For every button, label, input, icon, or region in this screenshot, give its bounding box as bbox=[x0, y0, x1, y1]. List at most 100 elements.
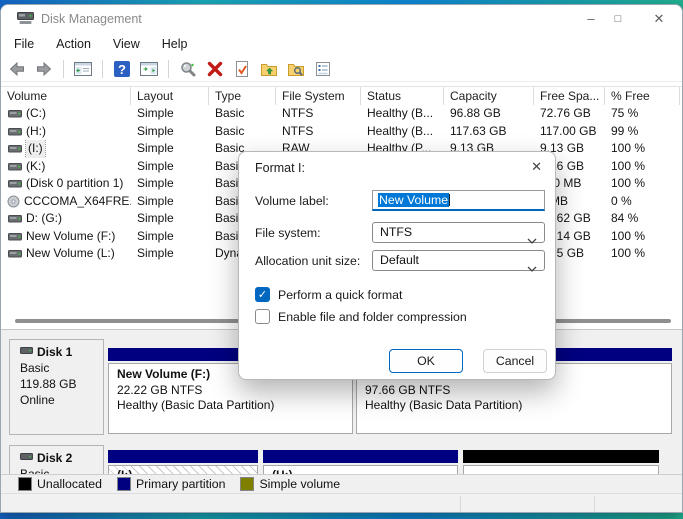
ok-button[interactable]: OK bbox=[389, 349, 463, 373]
toolbar-separator bbox=[102, 60, 103, 78]
partition-status: Healthy (Basic Data Partition) bbox=[365, 398, 663, 414]
legend-swatch bbox=[19, 478, 31, 490]
disk-icon bbox=[20, 345, 33, 359]
title-bar: Disk Management – □ ✕ bbox=[1, 5, 682, 33]
console-tree-icon[interactable] bbox=[73, 59, 93, 79]
disk-management-app-icon bbox=[17, 12, 34, 30]
volume-name: D: (G:) bbox=[26, 210, 62, 228]
legend-item: Primary partition bbox=[118, 477, 226, 491]
check-document-icon[interactable] bbox=[232, 59, 252, 79]
dialog-title: Format I: bbox=[255, 161, 305, 175]
volume-label-input[interactable]: New Volume bbox=[372, 190, 545, 211]
statusbar-divider bbox=[460, 496, 461, 513]
chevron-down-icon bbox=[527, 231, 537, 250]
selected-text: New Volume bbox=[378, 193, 449, 207]
allocation-unit-dropdown[interactable]: Default bbox=[372, 250, 545, 271]
volume-name: New Volume (L:) bbox=[26, 245, 115, 263]
volume-label-label: Volume label: bbox=[255, 194, 329, 208]
drive-icon bbox=[7, 213, 22, 224]
help-icon[interactable]: ? bbox=[112, 59, 132, 79]
window-title: Disk Management bbox=[41, 12, 142, 26]
disk1-label-panel[interactable]: Disk 1 Basic 119.88 GB Online bbox=[9, 339, 104, 435]
partition-color-bar bbox=[463, 450, 659, 463]
drive-icon bbox=[7, 161, 22, 172]
delete-volume-icon[interactable] bbox=[205, 59, 225, 79]
chevron-down-icon bbox=[527, 259, 537, 278]
column-header[interactable]: Capacity bbox=[444, 87, 534, 105]
disk1-type: Basic bbox=[20, 361, 103, 375]
column-header[interactable]: Volume bbox=[1, 87, 131, 105]
status-bar bbox=[1, 493, 682, 513]
quick-format-row[interactable]: ✓ Perform a quick format bbox=[255, 287, 402, 302]
legend-label: Simple volume bbox=[259, 477, 340, 491]
quick-format-checkbox[interactable]: ✓ bbox=[255, 287, 270, 302]
partition-status: Healthy (Basic Data Partition) bbox=[117, 398, 344, 414]
folder-search-icon[interactable] bbox=[286, 59, 306, 79]
drive-icon bbox=[7, 126, 22, 137]
menu-file[interactable]: File bbox=[3, 33, 45, 55]
legend-label: Unallocated bbox=[37, 477, 102, 491]
legend-item: Unallocated bbox=[19, 477, 102, 491]
column-header[interactable]: Type bbox=[209, 87, 276, 105]
volume-name: (Disk 0 partition 1) bbox=[26, 175, 123, 193]
partition-size: 22.22 GB NTFS bbox=[117, 383, 344, 399]
file-system-dropdown[interactable]: NTFS bbox=[372, 222, 545, 243]
cancel-button[interactable]: Cancel bbox=[483, 349, 547, 373]
partition-color-bar bbox=[263, 450, 458, 463]
maximize-button[interactable]: □ bbox=[601, 5, 635, 33]
statusbar-divider bbox=[594, 496, 595, 513]
drive-icon bbox=[7, 143, 22, 154]
legend-swatch bbox=[118, 478, 130, 490]
allocation-unit-value: Default bbox=[380, 253, 419, 267]
volume-name: CCCOMA_X64FRE... bbox=[24, 193, 131, 211]
action-pane-icon[interactable] bbox=[139, 59, 159, 79]
dialog-close-icon[interactable]: ✕ bbox=[531, 159, 542, 175]
disc-icon bbox=[7, 195, 20, 208]
disk-icon bbox=[20, 451, 33, 465]
close-button[interactable]: ✕ bbox=[642, 5, 676, 33]
toolbar-separator bbox=[63, 60, 64, 78]
disk2-name: Disk 2 bbox=[37, 451, 72, 465]
menu-help[interactable]: Help bbox=[151, 33, 199, 55]
file-system-label: File system: bbox=[255, 226, 321, 240]
compression-label: Enable file and folder compression bbox=[278, 310, 467, 324]
folder-up-icon[interactable] bbox=[259, 59, 279, 79]
volume-name: (H:) bbox=[26, 123, 46, 141]
drive-icon bbox=[7, 231, 22, 242]
text-caret bbox=[449, 194, 450, 206]
properties-icon[interactable] bbox=[313, 59, 333, 79]
format-dialog: Format I: ✕ Volume label: New Volume Fil… bbox=[238, 151, 556, 380]
menu-action[interactable]: Action bbox=[45, 33, 102, 55]
volume-name: (K:) bbox=[26, 158, 45, 176]
disk1-status: Online bbox=[20, 393, 103, 407]
volume-list-header[interactable]: VolumeLayoutTypeFile SystemStatusCapacit… bbox=[1, 86, 682, 105]
column-header[interactable]: Status bbox=[361, 87, 444, 105]
disk1-size: 119.88 GB bbox=[20, 377, 103, 391]
toolbar-separator bbox=[168, 60, 169, 78]
drive-icon bbox=[7, 178, 22, 189]
table-row[interactable]: (H:)SimpleBasicNTFSHealthy (B...117.63 G… bbox=[1, 123, 682, 141]
drive-icon bbox=[7, 248, 22, 259]
volume-name: New Volume (F:) bbox=[26, 228, 115, 246]
menu-view[interactable]: View bbox=[102, 33, 151, 55]
file-system-value: NTFS bbox=[380, 225, 412, 239]
partition-legend: Unallocated Primary partition Simple volum… bbox=[1, 474, 682, 493]
drive-icon bbox=[7, 108, 22, 119]
compression-row[interactable]: Enable file and folder compression bbox=[255, 309, 467, 324]
back-icon[interactable] bbox=[7, 59, 27, 79]
column-header[interactable]: % Free bbox=[605, 87, 680, 105]
forward-icon[interactable] bbox=[34, 59, 54, 79]
legend-label: Primary partition bbox=[136, 477, 226, 491]
column-header[interactable]: Layout bbox=[131, 87, 209, 105]
toolbar: ? bbox=[7, 55, 333, 82]
column-header[interactable]: Free Spa... bbox=[534, 87, 605, 105]
quick-format-label: Perform a quick format bbox=[278, 288, 402, 302]
zoom-pointer-icon[interactable] bbox=[178, 59, 198, 79]
table-row[interactable]: (C:)SimpleBasicNTFSHealthy (B...96.88 GB… bbox=[1, 105, 682, 123]
svg-text:?: ? bbox=[118, 62, 126, 77]
partition-size: 97.66 GB NTFS bbox=[365, 383, 663, 399]
compression-checkbox[interactable] bbox=[255, 309, 270, 324]
legend-swatch bbox=[241, 478, 253, 490]
column-header[interactable]: File System bbox=[276, 87, 361, 105]
volume-name: (I:) bbox=[26, 140, 45, 158]
